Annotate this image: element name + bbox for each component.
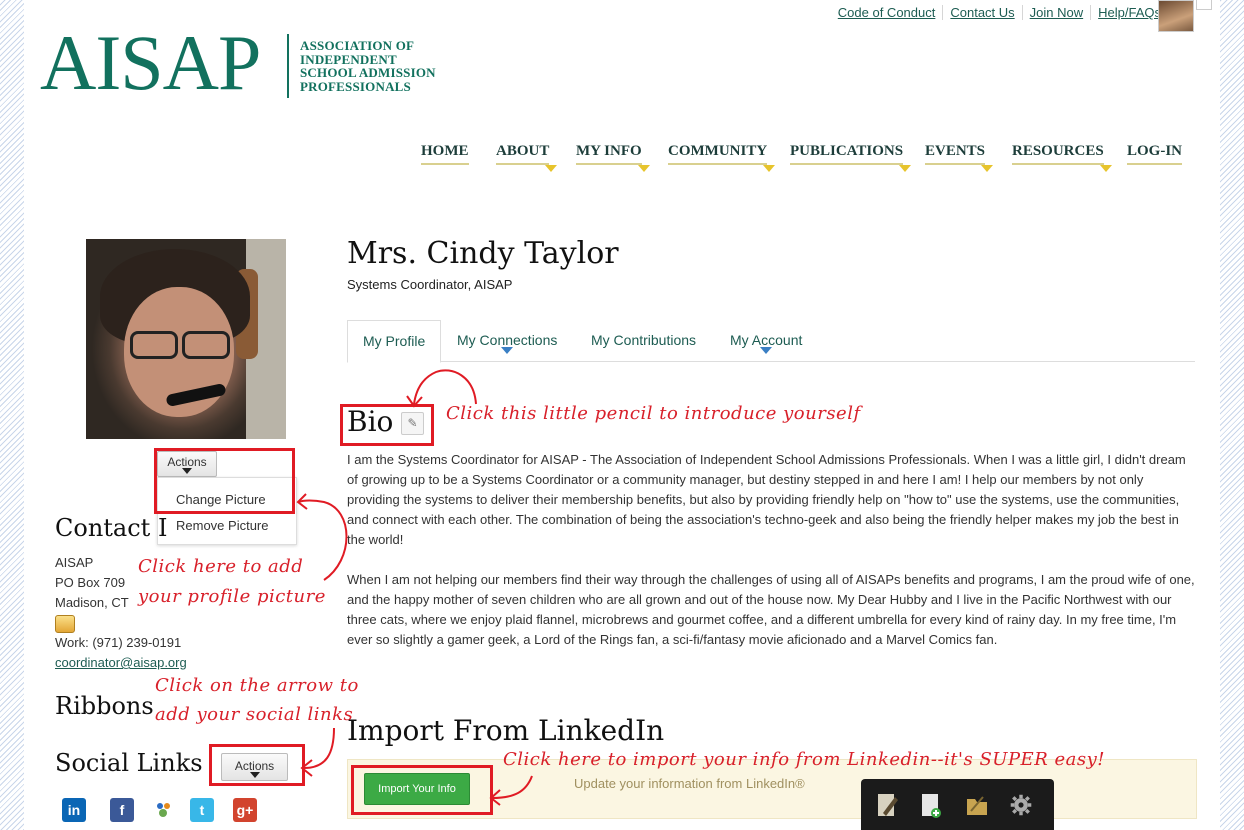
twitter-icon[interactable]: t [190,798,214,822]
linkedin-icon[interactable]: in [62,798,86,822]
bio-paragraph: I am the Systems Coordinator for AISAP -… [347,452,1186,547]
nav-about[interactable]: ABOUT [496,143,558,172]
profile-photo [86,239,286,439]
highlight-bio-pencil [340,404,434,446]
logo-sub-line: SCHOOL ADMISSION [300,65,436,80]
email-link[interactable]: coordinator@aisap.org [55,655,187,670]
logo-sub-line: ASSOCIATION OF [300,38,415,53]
google-plus-icon[interactable]: g+ [233,798,257,822]
user-avatar[interactable] [1158,0,1194,32]
annotation-social: Click on the arrow to [155,675,359,696]
annotation-pencil: Click this little pencil to introduce yo… [446,403,861,424]
logo-sub-line: PROFESSIONALS [300,78,411,94]
chevron-down-icon [763,165,776,172]
bio-paragraph: When I am not helping our members find t… [347,572,1195,647]
logo-text[interactable]: AISAP [40,24,261,102]
contact-heading: Contact I [55,514,168,542]
chevron-down-icon [1099,165,1112,172]
import-note: Update your information from LinkedIn® [574,776,805,791]
contact-us-link[interactable]: Contact Us [950,5,1014,20]
social-links-heading: Social Links [55,749,203,777]
floating-toolbar [861,779,1054,830]
chevron-down-icon [981,165,994,172]
logo-sub-line: INDEPENDENT [300,51,397,67]
nav-resources[interactable]: RESOURCES [1012,143,1112,172]
chevron-down-icon [501,347,514,354]
work-phone: Work: (971) 239-0191 [55,635,182,650]
join-now-link[interactable]: Join Now [1030,5,1083,20]
annotation-picture: Click here to add [138,556,304,577]
highlight-change-picture [154,448,295,514]
nav-community[interactable]: COMMUNITY [668,143,776,172]
logo-subtitle: ASSOCIATION OF INDEPENDENT SCHOOL ADMISS… [300,39,436,93]
annotation-social: add your social links [155,704,354,725]
profile-name: Mrs. Cindy Taylor [347,236,619,271]
top-corner-box [1196,0,1212,10]
add-page-icon[interactable] [919,791,943,819]
chevron-down-icon [545,165,558,172]
folder-icon[interactable] [965,791,989,819]
page: Code of Conduct Contact Us Join Now Help… [24,0,1220,830]
code-of-conduct-link[interactable]: Code of Conduct [838,5,936,20]
profile-title: Systems Coordinator, AISAP [347,277,513,292]
facebook-icon[interactable]: f [110,798,134,822]
gear-icon[interactable] [1009,791,1033,819]
remove-picture-item[interactable]: Remove Picture [176,518,268,533]
edit-page-icon[interactable] [875,791,899,819]
vcard-icon[interactable] [55,614,75,633]
tab-my-account[interactable]: My Account [730,320,802,361]
annotation-linkedin: Click here to import your info from Link… [503,749,1105,770]
tab-my-contributions[interactable]: My Contributions [591,320,696,361]
nav-home[interactable]: HOME [421,143,469,165]
annotation-picture: your profile picture [138,586,326,607]
myspace-icon[interactable] [152,800,176,824]
ribbons-heading: Ribbons [55,692,154,720]
logo-divider [287,34,289,98]
highlight-social-actions [209,744,305,786]
highlight-import-button [351,765,493,815]
nav-log-in[interactable]: LOG-IN [1127,143,1183,165]
linkedin-heading: Import From LinkedIn [347,714,665,747]
chevron-down-icon [899,165,912,172]
tab-my-profile[interactable]: My Profile [347,320,442,363]
chevron-down-icon [637,165,650,172]
tab-my-connections[interactable]: My Connections [457,320,557,361]
profile-tabs: My Profile My Connections My Contributio… [347,320,1195,363]
top-links: Code of Conduct Contact Us Join Now Help… [831,5,1168,20]
nav-my-info[interactable]: MY INFO [576,143,650,172]
nav-events[interactable]: EVENTS [925,143,994,172]
chevron-down-icon [760,347,773,354]
help-faqs-link[interactable]: Help/FAQs [1098,5,1161,20]
nav-publications[interactable]: PUBLICATIONS [790,143,912,172]
